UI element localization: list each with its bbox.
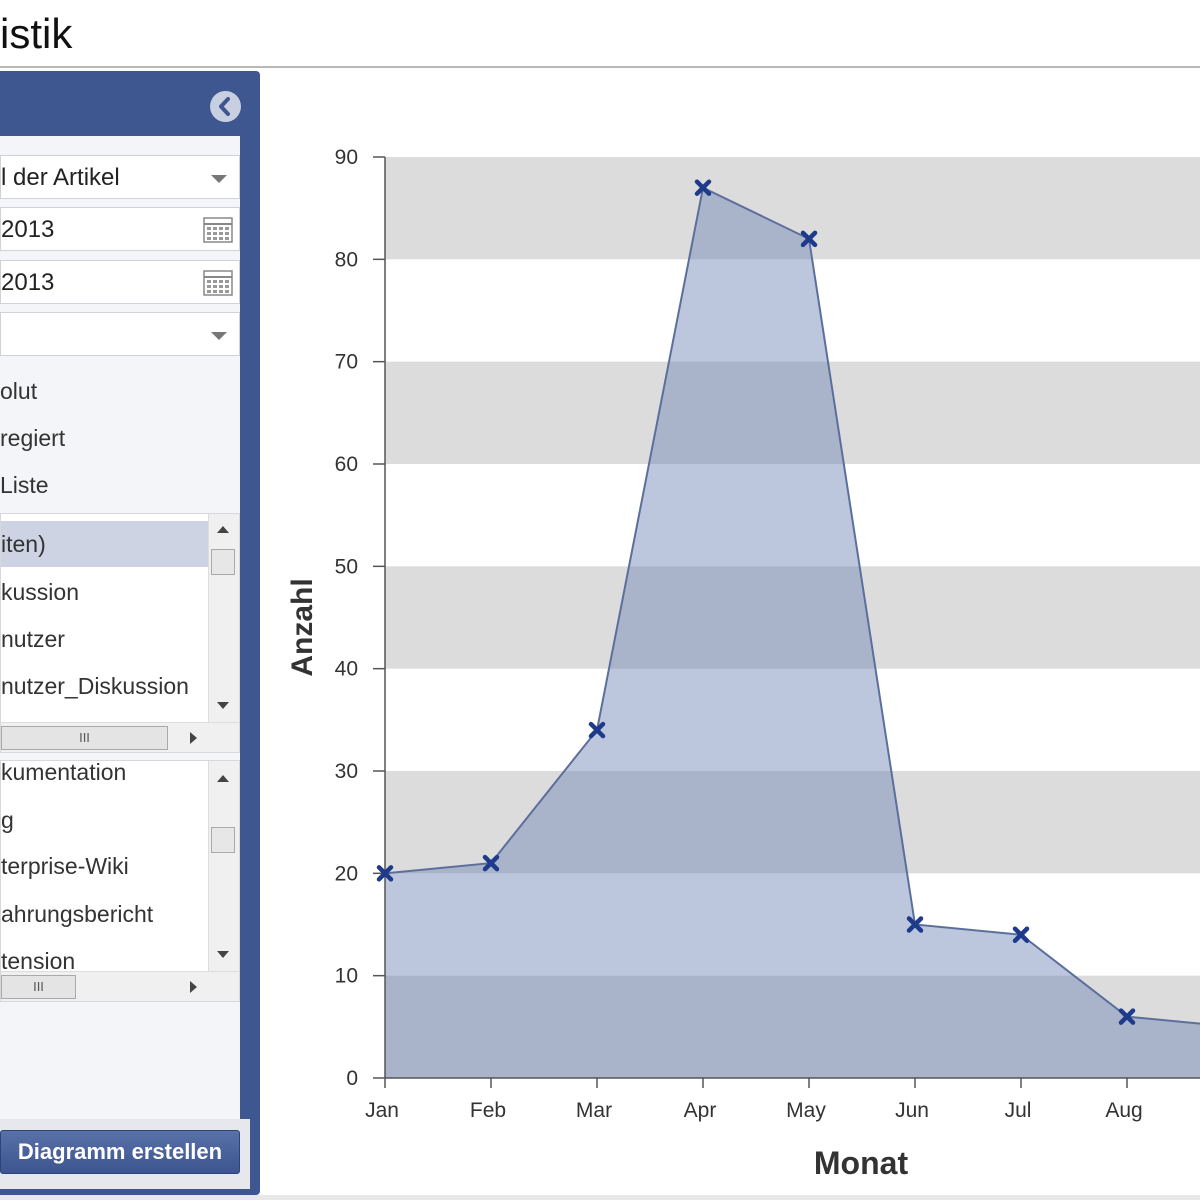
x-axis-ticks: JanFebMarAprMayJunJulAugSep <box>365 1078 1143 1122</box>
calendar-icon[interactable] <box>203 216 233 244</box>
option-list[interactable]: Liste <box>0 472 49 499</box>
extra-select[interactable] <box>0 312 240 356</box>
horizontal-scrollbar[interactable]: III <box>1 971 239 1001</box>
metric-select-value: l der Artikel <box>1 164 120 191</box>
scroll-thumb[interactable] <box>211 827 235 853</box>
list-item[interactable]: g <box>1 797 208 843</box>
create-chart-button[interactable]: Diagramm erstellen <box>0 1130 240 1174</box>
metric-select[interactable]: l der Artikel <box>0 155 240 199</box>
x-tick-label: May <box>786 1099 826 1122</box>
y-tick-label: 40 <box>335 658 358 681</box>
list-item[interactable]: terprise-Wiki <box>1 843 208 889</box>
y-tick-label: 0 <box>346 1067 358 1090</box>
list-item[interactable]: kussion <box>1 569 208 615</box>
arrow-down-icon[interactable] <box>217 951 229 958</box>
x-tick-label: Apr <box>684 1099 717 1122</box>
y-axis-title: Anzahl <box>286 578 319 676</box>
title-divider <box>0 66 1200 68</box>
x-tick-label: Jun <box>895 1099 929 1122</box>
list-item[interactable]: kumentation <box>1 761 208 795</box>
area-chart: 0 10 20 30 40 50 60 70 80 90 Jan Feb Mar Apr May Jun Ju… <box>286 146 1200 1181</box>
x-tick-label: Aug <box>1105 1099 1142 1122</box>
chevron-down-icon <box>211 175 227 183</box>
collapse-panel-button[interactable] <box>210 91 241 122</box>
date-to-value: 2013 <box>1 269 55 296</box>
option-aggregated[interactable]: regiert <box>0 425 65 452</box>
y-tick-label: 50 <box>335 555 358 578</box>
scroll-thumb[interactable]: III <box>1 726 168 750</box>
horizontal-scrollbar[interactable]: III <box>1 722 239 752</box>
option-absolute[interactable]: olut <box>0 378 37 405</box>
list-item[interactable]: nutzer_Diskussion <box>1 663 208 709</box>
calendar-icon[interactable] <box>203 269 233 297</box>
y-tick-label: 80 <box>335 248 358 271</box>
list-item[interactable]: ahrungsbericht <box>1 891 208 937</box>
vertical-scrollbar[interactable] <box>208 514 239 722</box>
bottom-strip <box>0 1195 1200 1200</box>
x-tick-label: Feb <box>470 1099 506 1122</box>
y-tick-label: 90 <box>335 146 358 169</box>
y-axis-ticks: 0 10 20 30 40 50 60 70 80 90 <box>335 146 385 1090</box>
category-listbox[interactable]: kumentation g terprise-Wiki ahrungsberic… <box>0 760 240 1002</box>
x-tick-label: Jan <box>365 1099 399 1122</box>
y-tick-label: 10 <box>335 965 358 988</box>
scroll-thumb[interactable]: III <box>1 975 76 999</box>
chevron-down-icon <box>211 332 227 340</box>
arrow-up-icon[interactable] <box>217 775 229 782</box>
arrow-right-icon[interactable] <box>190 981 197 993</box>
date-from-value: 2013 <box>1 216 55 243</box>
arrow-up-icon[interactable] <box>217 526 229 533</box>
scroll-thumb[interactable] <box>211 549 235 575</box>
x-axis-title: Monat <box>814 1145 909 1181</box>
date-from-field[interactable]: 2013 <box>0 207 240 251</box>
page-title: istik <box>0 10 73 57</box>
namespace-listbox[interactable]: iten) kussion nutzer nutzer_Diskussion I… <box>0 513 240 753</box>
list-item[interactable]: iten) <box>1 521 208 567</box>
list-item[interactable]: nutzer <box>1 616 208 662</box>
x-tick-label: Mar <box>576 1099 612 1122</box>
y-tick-label: 60 <box>335 453 358 476</box>
vertical-scrollbar[interactable] <box>208 761 239 971</box>
x-tick-label: Jul <box>1005 1099 1032 1122</box>
y-tick-label: 70 <box>335 351 358 374</box>
arrow-right-icon[interactable] <box>190 732 197 744</box>
y-tick-label: 20 <box>335 862 358 885</box>
arrow-down-icon[interactable] <box>217 702 229 709</box>
y-tick-label: 30 <box>335 760 358 783</box>
chevron-left-icon <box>219 97 230 116</box>
date-to-field[interactable]: 2013 <box>0 260 240 304</box>
